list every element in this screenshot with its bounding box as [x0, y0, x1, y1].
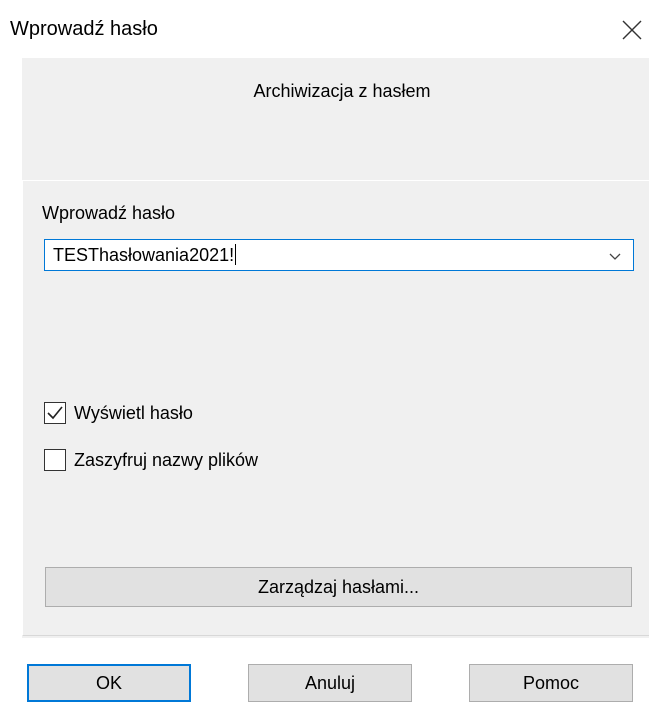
- dialog-panel: Archiwizacja z hasłem Wprowadź hasło TES…: [22, 58, 649, 638]
- manage-passwords-button[interactable]: Zarządzaj hasłami...: [45, 567, 632, 607]
- close-icon[interactable]: [620, 18, 644, 42]
- window-title: Wprowadź hasło: [10, 18, 158, 40]
- ok-button[interactable]: OK: [27, 664, 191, 702]
- password-value: TESThasłowania2021!: [53, 245, 235, 265]
- text-caret: [235, 244, 237, 265]
- help-button[interactable]: Pomoc: [469, 664, 633, 702]
- password-dialog: Wprowadź hasło Archiwizacja z hasłem Wpr…: [0, 0, 649, 709]
- encrypt-filenames-label: Zaszyfruj nazwy plików: [74, 450, 259, 470]
- password-combobox[interactable]: TESThasłowania2021!: [44, 239, 634, 271]
- show-password-checkbox[interactable]: [44, 402, 66, 424]
- chevron-down-icon[interactable]: [607, 248, 623, 264]
- encrypt-filenames-checkbox[interactable]: [44, 449, 66, 471]
- password-input[interactable]: TESThasłowania2021!: [53, 243, 237, 267]
- cancel-button[interactable]: Anuluj: [248, 664, 412, 702]
- show-password-label: Wyświetl hasło: [74, 403, 193, 423]
- title-bar: Wprowadź hasło: [0, 0, 649, 58]
- dialog-subtitle: Archiwizacja z hasłem: [253, 81, 431, 101]
- password-label: Wprowadź hasło: [42, 203, 176, 223]
- checkmark-icon: [47, 406, 63, 420]
